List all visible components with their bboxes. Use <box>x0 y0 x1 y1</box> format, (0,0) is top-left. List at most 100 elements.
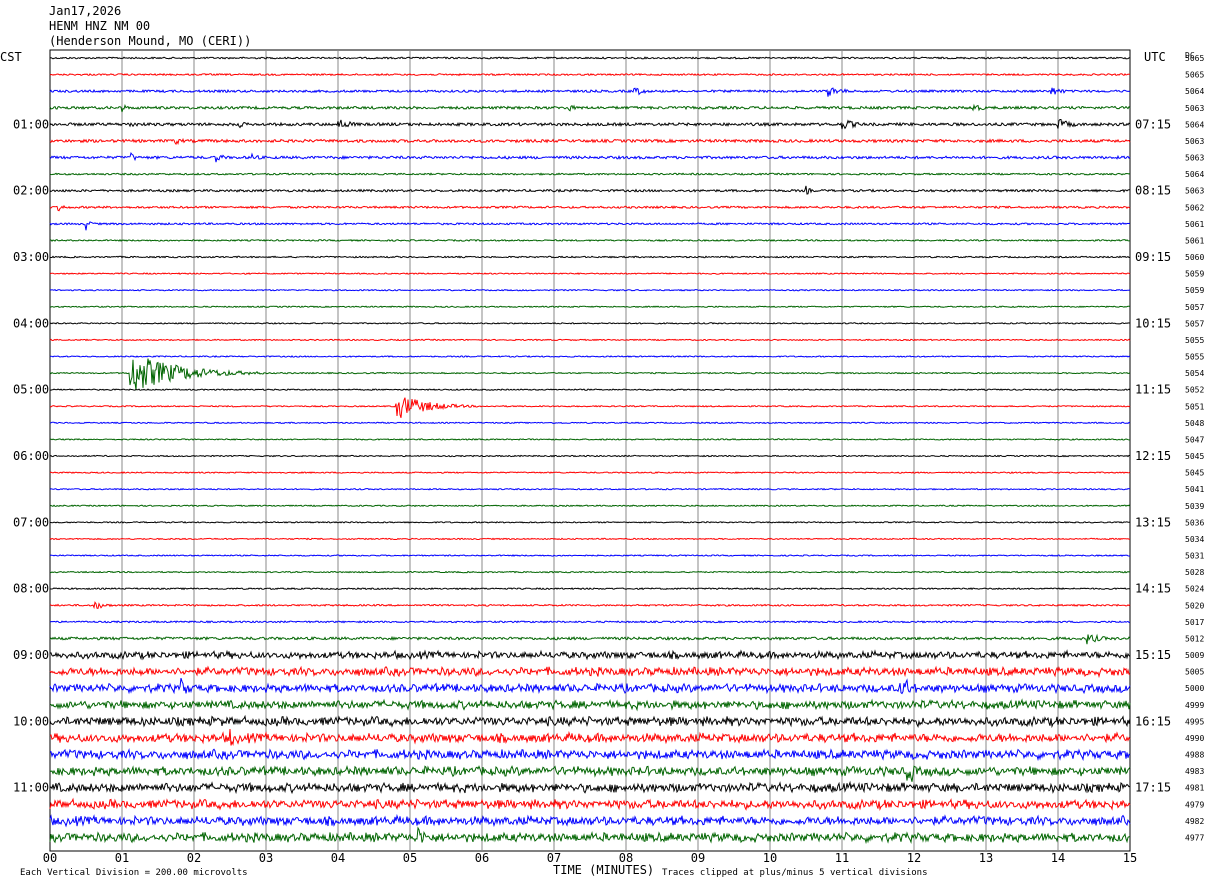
utc-hour-label: 07:15 <box>1135 117 1171 131</box>
dc-offset-label: 5063 <box>1185 187 1204 196</box>
dc-offset-label: 5064 <box>1185 120 1204 129</box>
dc-offset-label: 5065 <box>1185 71 1204 80</box>
cst-hour-label: 07:00 <box>13 515 49 529</box>
utc-hour-label: 08:15 <box>1135 184 1171 198</box>
utc-hour-label: 17:15 <box>1135 781 1171 795</box>
seismic-trace <box>49 728 1131 747</box>
dc-offset-label: 5051 <box>1185 402 1204 411</box>
seismic-trace <box>49 72 1131 77</box>
utc-hour-label: 10:15 <box>1135 316 1171 330</box>
dc-offset-label: 5052 <box>1185 386 1204 395</box>
dc-offset-label: 5063 <box>1185 137 1204 146</box>
seismic-trace <box>49 649 1131 661</box>
scale-note: Each Vertical Division = 200.00 microvol… <box>20 868 248 878</box>
dc-offset-label: 5057 <box>1185 303 1204 312</box>
dc-offset-label: 5045 <box>1185 452 1204 461</box>
dc-offset-label: 4988 <box>1185 751 1204 760</box>
x-tick-label: 01 <box>115 851 129 865</box>
dc-offset-label: 5020 <box>1185 601 1204 610</box>
dc-offset-label: 5047 <box>1185 435 1204 444</box>
dc-offset-label: 5062 <box>1185 203 1204 212</box>
x-tick-label: 05 <box>403 851 417 865</box>
x-tick-label: 12 <box>907 851 921 865</box>
seismic-trace <box>49 620 1131 624</box>
helicorder-plot: CST UTC DC TIME (MINUTES) Each Vertical … <box>0 49 1204 878</box>
seismic-trace <box>49 87 1131 97</box>
x-tick-label: 08 <box>619 851 633 865</box>
dc-offset-label: 5061 <box>1185 236 1204 245</box>
cst-hour-label: 06:00 <box>13 449 49 463</box>
dc-offset-label: 5064 <box>1185 170 1204 179</box>
seismic-trace <box>49 813 1131 828</box>
seismic-trace <box>49 338 1131 342</box>
seismic-trace <box>49 185 1130 195</box>
x-tick-label: 14 <box>1051 851 1065 865</box>
dc-offset-label: 5061 <box>1185 220 1204 229</box>
seismic-trace <box>49 56 1131 60</box>
dc-offset-label: 5063 <box>1185 154 1204 163</box>
x-tick-label: 06 <box>475 851 489 865</box>
seismic-trace <box>49 321 1131 325</box>
seismic-trace <box>49 221 1131 231</box>
seismic-trace <box>49 748 1131 762</box>
seismic-trace <box>49 438 1131 441</box>
seismic-trace <box>49 504 1131 508</box>
dc-offset-label: 5031 <box>1185 552 1204 561</box>
dc-offset-label: 5017 <box>1185 618 1204 627</box>
seismic-trace <box>49 388 1131 392</box>
dc-offset-label: 4979 <box>1185 800 1204 809</box>
dc-offset-label: 5034 <box>1185 535 1204 544</box>
seismic-trace <box>49 714 1131 729</box>
seismic-trace <box>49 698 1131 712</box>
seismic-trace <box>49 826 1130 845</box>
seismic-trace <box>49 570 1130 574</box>
dc-offset-label: 5059 <box>1185 270 1204 279</box>
utc-hour-label: 11:15 <box>1135 383 1171 397</box>
dc-offset-label: 5048 <box>1185 419 1204 428</box>
utc-hour-label: 16:15 <box>1135 714 1171 728</box>
cst-hour-label: 02:00 <box>13 184 49 198</box>
x-tick-label: 11 <box>835 851 849 865</box>
seismic-trace <box>50 255 1131 259</box>
seismic-trace <box>49 288 1131 292</box>
dc-offset-label: 5024 <box>1185 585 1204 594</box>
dc-offset-label: 5055 <box>1185 353 1204 362</box>
dc-offset-label: 5041 <box>1185 485 1204 494</box>
x-tick-label: 13 <box>979 851 993 865</box>
seismic-trace <box>49 797 1131 812</box>
dc-offset-label: 4977 <box>1185 833 1204 842</box>
dc-offset-label: 5065 <box>1185 54 1204 63</box>
seismic-trace <box>49 601 1131 610</box>
x-tick-label: 02 <box>187 851 201 865</box>
seismic-trace <box>49 537 1131 541</box>
cst-hour-label: 09:00 <box>13 648 49 662</box>
dc-offset-label: 4982 <box>1185 817 1204 826</box>
seismic-trace <box>49 397 1131 418</box>
dc-offset-label: 5063 <box>1185 104 1204 113</box>
dc-offset-label: 5059 <box>1185 286 1204 295</box>
x-tick-label: 03 <box>259 851 273 865</box>
seismic-trace <box>49 633 1131 645</box>
utc-hour-label: 14:15 <box>1135 582 1171 596</box>
seismic-trace <box>49 677 1131 695</box>
dc-offset-label: 4999 <box>1185 701 1204 710</box>
dc-offset-label: 5039 <box>1185 502 1204 511</box>
seismic-trace <box>49 471 1131 474</box>
utc-zone-label: UTC <box>1144 50 1166 64</box>
seismic-trace <box>49 421 1131 425</box>
seismic-trace <box>49 487 1131 491</box>
seismic-trace <box>49 305 1131 309</box>
seismic-trace <box>49 554 1130 557</box>
x-tick-label: 10 <box>763 851 777 865</box>
seismic-trace <box>49 272 1131 275</box>
seismic-trace <box>49 358 1131 391</box>
cst-hour-label: 11:00 <box>13 781 49 795</box>
seismic-trace <box>49 152 1131 163</box>
seismic-trace <box>49 103 1131 113</box>
dc-offset-label: 5055 <box>1185 336 1204 345</box>
dc-offset-label: 5036 <box>1185 518 1204 527</box>
dc-offset-label: 5028 <box>1185 568 1204 577</box>
utc-hour-label: 15:15 <box>1135 648 1171 662</box>
cst-hour-label: 04:00 <box>13 316 49 330</box>
dc-offset-label: 4990 <box>1185 734 1204 743</box>
